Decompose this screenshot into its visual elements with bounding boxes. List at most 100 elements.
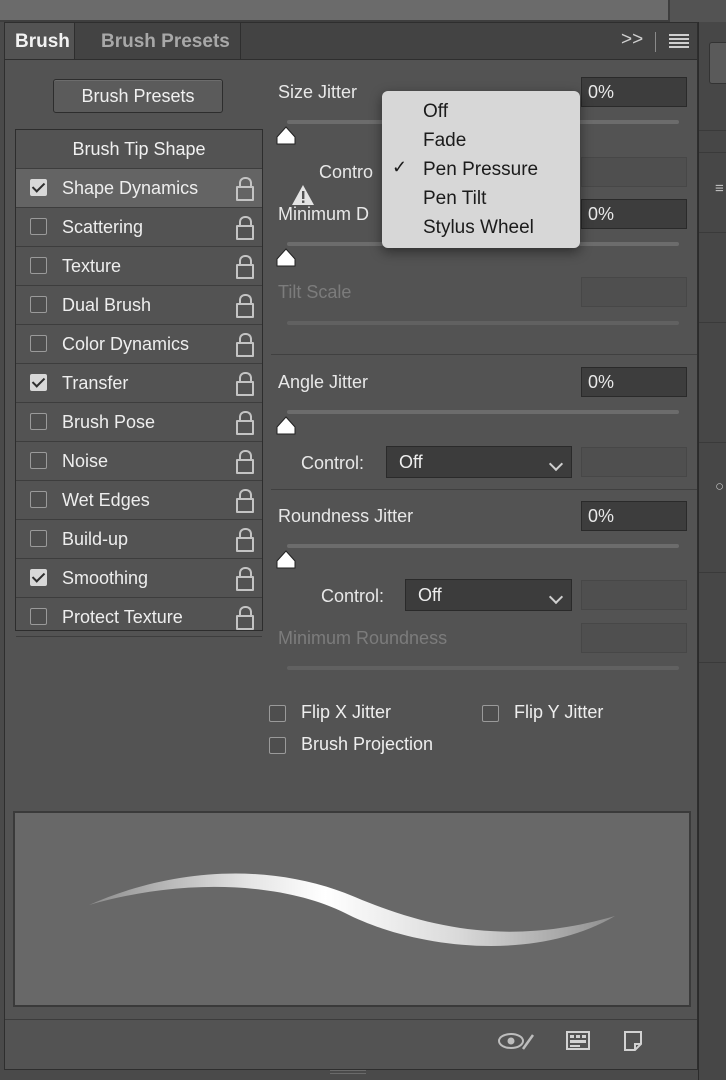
lock-icon[interactable]: [236, 567, 254, 591]
dock-list-icon[interactable]: ≡: [715, 180, 724, 197]
top-strip-right: [670, 0, 726, 22]
lock-icon[interactable]: [236, 216, 254, 240]
lock-icon[interactable]: [236, 177, 254, 201]
minimum-diameter-label: Minimum D: [278, 204, 370, 224]
option-label: Build-up: [62, 529, 129, 549]
lock-icon[interactable]: [236, 450, 254, 474]
brush-option-transfer[interactable]: Transfer: [16, 364, 262, 403]
minimum-diameter-input[interactable]: 0%: [581, 199, 687, 229]
lock-icon[interactable]: [236, 255, 254, 279]
right-dock-strip: ≡ ○: [698, 22, 726, 1080]
option-checkbox[interactable]: [30, 608, 47, 625]
brush-option-build-up[interactable]: Build-up: [16, 520, 262, 559]
option-checkbox[interactable]: [30, 257, 47, 274]
dock-separator: [699, 322, 726, 323]
brush-tip-shape-item[interactable]: Brush Tip Shape: [16, 130, 262, 169]
dock-separator: [699, 572, 726, 573]
brush-stroke-preview: [13, 811, 691, 1007]
option-checkbox[interactable]: [30, 413, 47, 430]
lock-icon[interactable]: [236, 294, 254, 318]
option-checkbox[interactable]: [30, 179, 47, 196]
option-label: Noise: [62, 451, 109, 471]
brush-projection-box[interactable]: [269, 737, 286, 754]
option-checkbox[interactable]: [30, 218, 47, 235]
option-checkbox[interactable]: [30, 491, 47, 508]
roundness-control-select[interactable]: Off: [405, 579, 572, 611]
tilt-scale-label: Tilt Scale: [278, 282, 352, 302]
brush-option-brush-pose[interactable]: Brush Pose: [16, 403, 262, 442]
chevron-down-icon: [548, 589, 564, 605]
dock-separator: [699, 130, 726, 131]
brush-option-color-dynamics[interactable]: Color Dynamics: [16, 325, 262, 364]
brush-settings-grid-icon[interactable]: [565, 1029, 591, 1058]
option-label: Dual Brush: [62, 295, 152, 315]
brush-option-texture[interactable]: Texture: [16, 247, 262, 286]
tab-brush-presets[interactable]: Brush Presets: [91, 23, 241, 59]
angle-jitter-slider-track[interactable]: [287, 410, 679, 414]
tab-divider: [655, 32, 656, 52]
brush-option-dual-brush[interactable]: Dual Brush: [16, 286, 262, 325]
lock-icon[interactable]: [236, 489, 254, 513]
dock-separator: [699, 662, 726, 663]
menu-item-pen-tilt[interactable]: Pen Tilt: [423, 188, 486, 210]
angle-control-select[interactable]: Off: [386, 446, 572, 478]
flip-y-jitter-box[interactable]: [482, 705, 499, 722]
brush-option-noise[interactable]: Noise: [16, 442, 262, 481]
option-checkbox[interactable]: [30, 452, 47, 469]
brush-option-smoothing[interactable]: Smoothing: [16, 559, 262, 598]
brush-presets-button[interactable]: Brush Presets: [53, 79, 223, 113]
minimum-roundness-input: [581, 623, 687, 653]
chevron-down-icon: [548, 456, 564, 472]
option-checkbox[interactable]: [30, 569, 47, 586]
size-jitter-control-label: Contro: [319, 162, 374, 182]
tab-brush[interactable]: Brush: [5, 23, 75, 59]
lock-icon[interactable]: [236, 528, 254, 552]
option-checkbox[interactable]: [30, 530, 47, 547]
option-checkbox[interactable]: [30, 296, 47, 313]
option-label: Transfer: [62, 373, 129, 393]
control-dropdown-menu: ✓ Off Fade Pen Pressure Pen Tilt Stylus …: [382, 91, 580, 248]
minimum-roundness-label: Minimum Roundness: [278, 628, 448, 648]
option-label: Scattering: [62, 217, 144, 237]
bottom-toolbar-divider: [5, 1019, 697, 1020]
hamburger-icon[interactable]: [669, 34, 689, 48]
brush-panel: Brush Brush Presets >> Brush Presets Bru…: [4, 22, 698, 1070]
option-label: Protect Texture: [62, 607, 183, 627]
brush-stroke-graphic: [89, 873, 615, 946]
dock-button[interactable]: [709, 42, 726, 84]
flip-x-jitter-label: Flip X Jitter: [301, 702, 392, 722]
brush-option-wet-edges[interactable]: Wet Edges: [16, 481, 262, 520]
menu-item-pen-pressure[interactable]: Pen Pressure: [423, 159, 538, 181]
lock-icon[interactable]: [236, 372, 254, 396]
lock-icon[interactable]: [236, 411, 254, 435]
option-checkbox[interactable]: [30, 335, 47, 352]
flip-y-jitter-label: Flip Y Jitter: [514, 702, 604, 722]
roundness-control-extra-field: [581, 580, 687, 610]
lock-icon[interactable]: [236, 333, 254, 357]
dock-circle-icon[interactable]: ○: [715, 478, 724, 495]
lock-icon[interactable]: [236, 606, 254, 630]
flip-x-jitter-box[interactable]: [269, 705, 286, 722]
brush-option-shape-dynamics[interactable]: Shape Dynamics: [16, 169, 262, 208]
option-label: Wet Edges: [62, 490, 150, 510]
option-checkbox[interactable]: [30, 374, 47, 391]
option-label: Brush Pose: [62, 412, 156, 432]
roundness-control-label: Control:: [321, 586, 385, 606]
menu-item-stylus-wheel[interactable]: Stylus Wheel: [423, 217, 534, 239]
angle-jitter-input[interactable]: 0%: [581, 367, 687, 397]
angle-control-extra-field: [581, 447, 687, 477]
toggle-live-tip-preview-icon[interactable]: [497, 1029, 537, 1058]
minimum-roundness-slider-track: [287, 666, 679, 670]
roundness-jitter-slider-track[interactable]: [287, 544, 679, 548]
menu-item-off[interactable]: Off: [423, 101, 448, 123]
panel-tab-bar: Brush Brush Presets >>: [5, 23, 697, 60]
size-jitter-input[interactable]: 0%: [581, 77, 687, 107]
brush-option-protect-texture[interactable]: Protect Texture: [16, 598, 262, 637]
brush-option-scattering[interactable]: Scattering: [16, 208, 262, 247]
expand-panel-icon[interactable]: >>: [621, 29, 643, 51]
dock-separator: [699, 442, 726, 443]
create-new-brush-icon[interactable]: [621, 1029, 645, 1058]
menu-item-fade[interactable]: Fade: [423, 130, 466, 152]
panel-resize-grip[interactable]: [330, 1068, 366, 1076]
roundness-jitter-input[interactable]: 0%: [581, 501, 687, 531]
